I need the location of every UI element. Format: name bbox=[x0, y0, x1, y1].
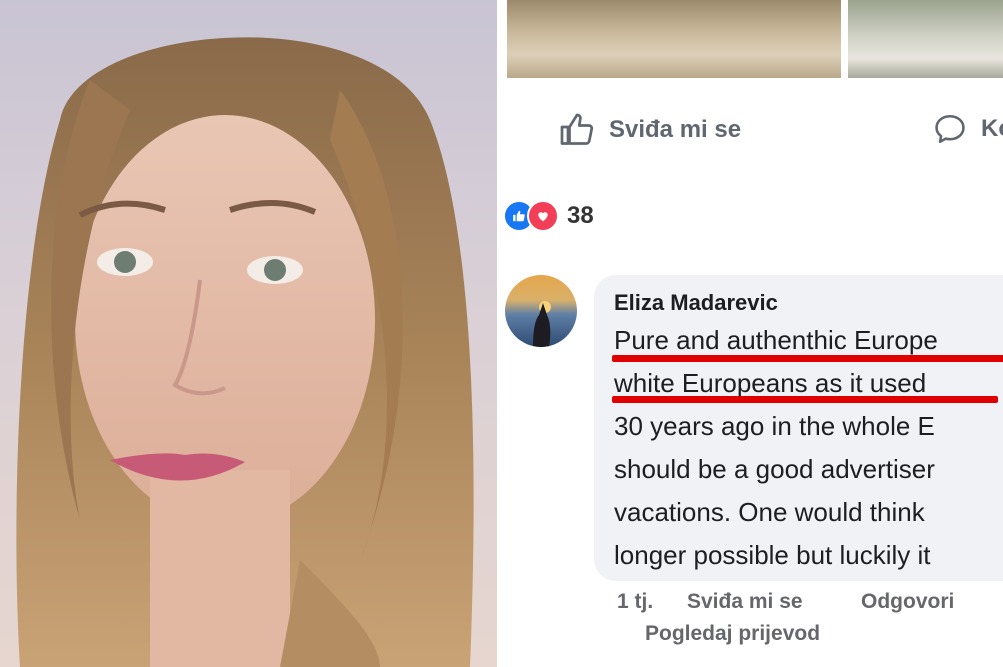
like-label: Sviđa mi se bbox=[609, 116, 742, 143]
facebook-post-panel: Sviđa mi se Ko 38 E bbox=[497, 0, 1003, 667]
comment-text-line-6: longer possible but luckily it bbox=[614, 540, 931, 570]
reaction-summary[interactable]: 38 bbox=[503, 200, 594, 232]
comment-text-line-2: white Europeans as it used bbox=[614, 368, 927, 398]
comment-text-line-1: Pure and authenthic Europe bbox=[614, 325, 938, 355]
reaction-count: 38 bbox=[567, 202, 594, 229]
post-action-bar: Sviđa mi se Ko bbox=[497, 112, 1003, 162]
thumbs-up-icon bbox=[560, 113, 594, 145]
comment-timestamp[interactable]: 1 tj. bbox=[617, 590, 653, 614]
comment-reply-link[interactable]: Odgovori bbox=[861, 590, 954, 614]
comment-text-line-5: vacations. One would think bbox=[614, 497, 925, 527]
red-highlight-underline bbox=[612, 355, 1003, 362]
post-photos bbox=[507, 0, 1003, 78]
avatar[interactable] bbox=[505, 275, 577, 347]
love-reaction-icon bbox=[527, 200, 559, 232]
screenshot-collage: Sviđa mi se Ko 38 E bbox=[0, 0, 1003, 667]
comment-bubble: Eliza Madarevic Pure and authenthic Euro… bbox=[594, 275, 1003, 581]
post-photo-street[interactable] bbox=[848, 0, 1003, 78]
comment-text-line-4: should be a good advertiser bbox=[614, 454, 935, 484]
avatar-image bbox=[533, 301, 551, 347]
portrait-illustration bbox=[16, 37, 474, 667]
comment-button[interactable]: Ko bbox=[933, 112, 1003, 146]
comment-text-line-3: 30 years ago in the whole E bbox=[614, 411, 935, 441]
comment-author[interactable]: Eliza Madarevic bbox=[614, 290, 778, 316]
comment-icon bbox=[935, 114, 965, 144]
comment-label: Ko bbox=[981, 115, 1003, 142]
post-photo-building[interactable] bbox=[507, 0, 841, 78]
comment-like-link[interactable]: Sviđa mi se bbox=[687, 590, 803, 614]
portrait-photo bbox=[0, 0, 497, 667]
see-translation-link[interactable]: Pogledaj prijevod bbox=[645, 622, 820, 646]
red-highlight-underline bbox=[612, 396, 998, 403]
like-button[interactable]: Sviđa mi se bbox=[559, 112, 741, 148]
